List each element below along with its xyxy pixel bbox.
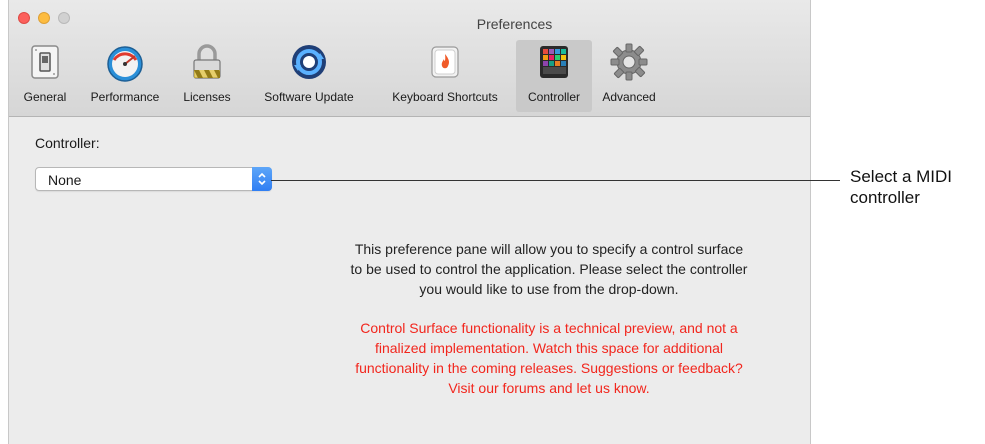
warning-line: Control Surface functionality is a techn…	[360, 320, 738, 336]
info-text: This preference pane will allow you to s…	[289, 239, 809, 299]
gear-icon	[610, 43, 648, 81]
warning-line: finalized implementation. Watch this spa…	[374, 340, 724, 356]
tab-label: Licenses	[183, 90, 231, 104]
updown-chevron-icon	[252, 167, 272, 191]
refresh-arrows-icon	[292, 45, 326, 79]
tab-label: Performance	[90, 90, 160, 104]
info-line: to be used to control the application. P…	[350, 261, 748, 277]
tab-label: Keyboard Shortcuts	[392, 90, 498, 104]
speedometer-icon	[107, 46, 143, 82]
tab-label: Software Update	[264, 90, 354, 104]
toggle-switch-icon	[31, 45, 59, 79]
tab-controller[interactable]: Controller	[516, 40, 592, 112]
tab-licenses[interactable]: Licenses	[172, 40, 242, 112]
warning-line: Visit our forums and let us know.	[448, 380, 650, 396]
flame-keycap-icon	[431, 46, 459, 78]
info-line: This preference pane will allow you to s…	[354, 241, 744, 257]
tab-label: Controller	[527, 90, 581, 104]
tab-performance[interactable]: Performance	[80, 40, 170, 112]
info-line: you would like to use from the drop-down…	[419, 281, 679, 297]
tab-advanced[interactable]: Advanced	[594, 40, 664, 112]
window-title: Preferences	[476, 16, 553, 32]
controller-select[interactable]: None	[35, 167, 272, 191]
pad-controller-icon	[540, 46, 568, 78]
preferences-toolbar: Preferences General Performance Licenses…	[9, 0, 810, 117]
callout-line: Select a MIDI	[850, 167, 953, 186]
preferences-window: Preferences General Performance Licenses…	[8, 0, 811, 444]
controller-select-value: None	[48, 172, 82, 188]
callout-leader-line	[271, 180, 840, 181]
tab-label: General	[23, 90, 67, 104]
tab-keyboard-shortcuts[interactable]: Keyboard Shortcuts	[376, 40, 514, 112]
callout-line: controller	[850, 188, 920, 207]
tab-general[interactable]: General	[12, 40, 78, 112]
preview-warning-text: Control Surface functionality is a techn…	[289, 318, 809, 398]
tab-label: Advanced	[602, 90, 656, 104]
controller-pane: Controller: None This preference pane wi…	[9, 117, 810, 444]
tab-software-update[interactable]: Software Update	[244, 40, 374, 112]
warning-line: functionality in the coming releases. Su…	[355, 360, 743, 376]
padlock-icon	[193, 44, 221, 79]
controller-label: Controller:	[35, 135, 100, 151]
callout-annotation: Select a MIDI controller	[850, 166, 982, 208]
